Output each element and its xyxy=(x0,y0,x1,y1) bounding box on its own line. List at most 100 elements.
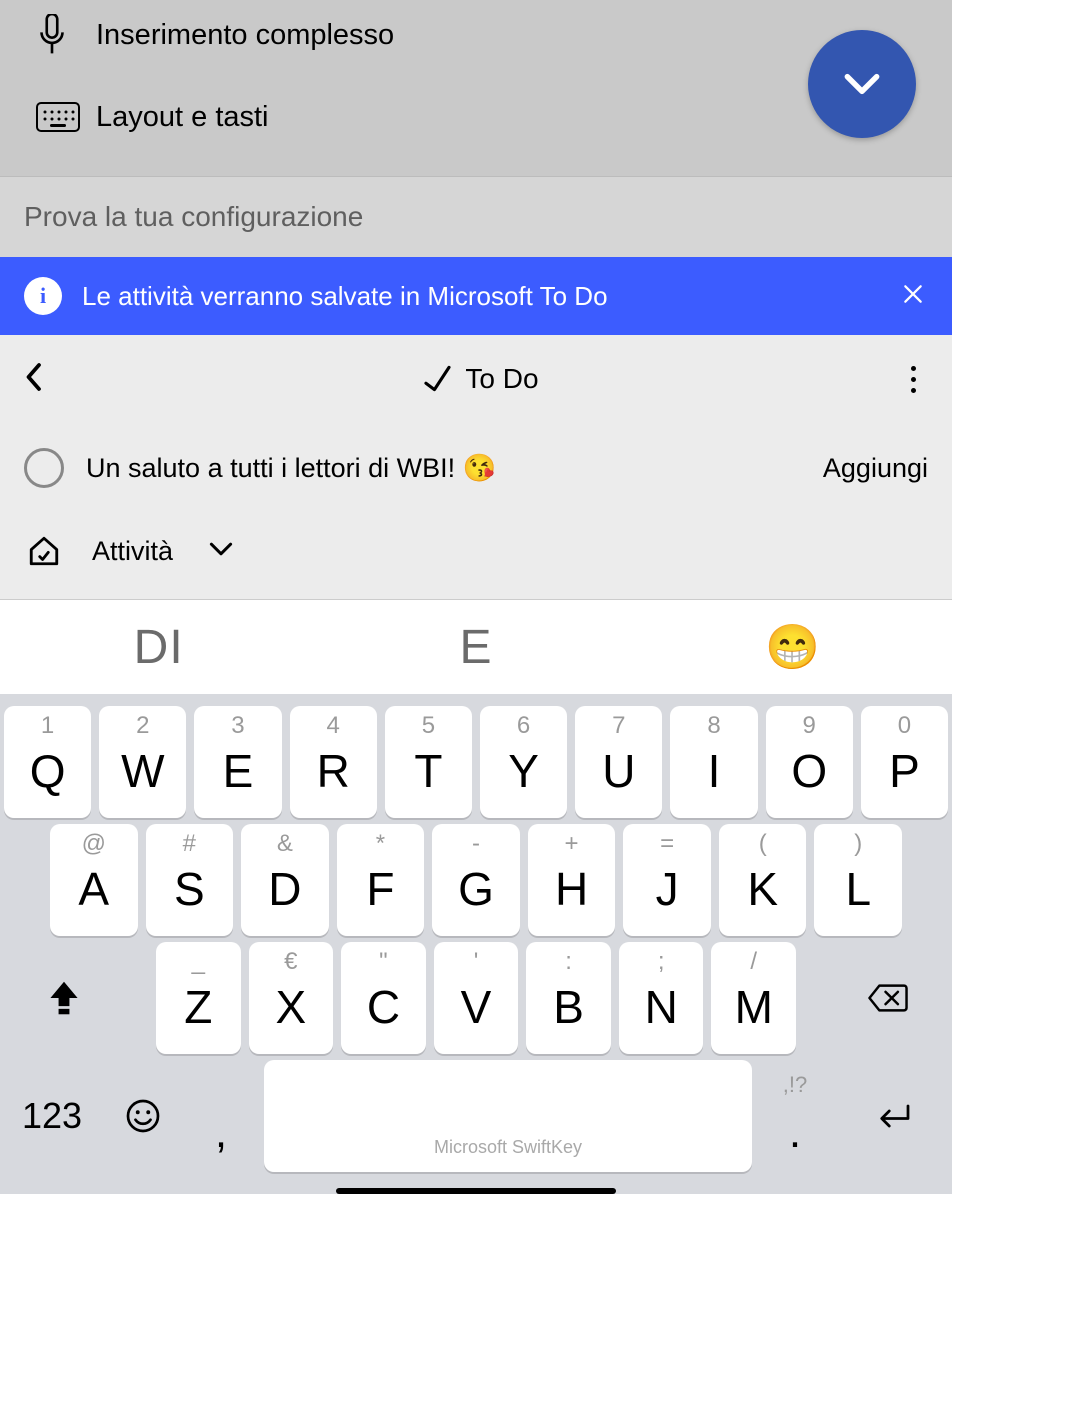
key-Y[interactable]: 6Y xyxy=(480,706,567,818)
keyboard: DI E 😁 1Q2W3E4R5T6Y7U8I9O0P @A#S&D*F-G+H… xyxy=(0,599,952,1194)
key-B[interactable]: :B xyxy=(526,942,611,1054)
collapse-fab[interactable] xyxy=(808,30,916,138)
key-main: E xyxy=(223,744,254,798)
key-hint: ' xyxy=(474,948,479,976)
numbers-key[interactable]: 123 xyxy=(4,1060,100,1172)
key-main: J xyxy=(656,862,679,916)
key-W[interactable]: 2W xyxy=(99,706,186,818)
banner-close-button[interactable] xyxy=(898,283,928,310)
key-row-3: _Z€X"C'V:B;N/M xyxy=(4,942,948,1054)
enter-key[interactable] xyxy=(838,1060,948,1172)
todo-panel: To Do Un saluto a tutti i lettori di WBI… xyxy=(0,335,952,599)
key-main: S xyxy=(174,862,205,916)
close-icon xyxy=(902,283,924,305)
key-I[interactable]: 8I xyxy=(670,706,757,818)
key-main: R xyxy=(317,744,350,798)
key-main: K xyxy=(747,862,778,916)
key-hint: 5 xyxy=(422,712,435,740)
key-main: F xyxy=(366,862,394,916)
key-main: L xyxy=(845,862,871,916)
key-N[interactable]: ;N xyxy=(619,942,704,1054)
suggestion-2[interactable]: E xyxy=(317,620,634,675)
key-E[interactable]: 3E xyxy=(194,706,281,818)
list-name: Attività xyxy=(92,536,173,567)
emoji-key[interactable] xyxy=(108,1060,178,1172)
key-G[interactable]: -G xyxy=(432,824,520,936)
key-main: V xyxy=(461,980,492,1034)
key-main: B xyxy=(553,980,584,1034)
home-list-icon xyxy=(24,531,64,571)
todo-title-wrap: To Do xyxy=(64,363,898,395)
key-hint: + xyxy=(565,830,579,858)
chevron-left-icon xyxy=(24,362,42,392)
spacebar[interactable]: Microsoft SwiftKey xyxy=(264,1060,752,1172)
key-V[interactable]: 'V xyxy=(434,942,519,1054)
smiley-icon xyxy=(125,1098,161,1134)
task-input[interactable]: Un saluto a tutti i lettori di WBI! 😘 xyxy=(86,452,801,484)
key-P[interactable]: 0P xyxy=(861,706,948,818)
config-test-bar[interactable]: Prova la tua configurazione xyxy=(0,176,952,257)
key-L[interactable]: )L xyxy=(814,824,902,936)
key-hint: = xyxy=(660,830,674,858)
home-indicator xyxy=(336,1188,616,1194)
key-Z[interactable]: _Z xyxy=(156,942,241,1054)
backspace-key[interactable] xyxy=(828,942,948,1054)
key-H[interactable]: +H xyxy=(528,824,616,936)
key-hint: 2 xyxy=(136,712,149,740)
comma-key[interactable]: , xyxy=(186,1060,256,1172)
key-A[interactable]: @A xyxy=(50,824,138,936)
key-hint: : xyxy=(565,948,572,976)
key-F[interactable]: *F xyxy=(337,824,425,936)
key-hint: 0 xyxy=(898,712,911,740)
suggestion-3[interactable]: 😁 xyxy=(635,621,952,673)
shift-icon xyxy=(47,979,81,1017)
key-main: H xyxy=(555,862,588,916)
key-O[interactable]: 9O xyxy=(766,706,853,818)
key-T[interactable]: 5T xyxy=(385,706,472,818)
key-hint: 4 xyxy=(327,712,340,740)
suggestion-bar: DI E 😁 xyxy=(0,600,952,694)
settings-item-voice-input[interactable]: Inserimento complesso xyxy=(0,0,952,70)
key-main: T xyxy=(414,744,442,798)
key-row-bottom: 123 , Microsoft SwiftKey ,!? . xyxy=(4,1060,948,1172)
back-button[interactable] xyxy=(24,362,64,397)
key-main: P xyxy=(889,744,920,798)
key-R[interactable]: 4R xyxy=(290,706,377,818)
key-hint: - xyxy=(472,830,480,858)
task-row: Un saluto a tutti i lettori di WBI! 😘 Ag… xyxy=(0,423,952,513)
key-hint: 6 xyxy=(517,712,530,740)
more-button[interactable] xyxy=(898,366,928,393)
key-hint: / xyxy=(750,948,757,976)
key-K[interactable]: (K xyxy=(719,824,807,936)
key-hint: ( xyxy=(759,830,767,858)
key-hint: & xyxy=(277,830,293,858)
suggestion-1[interactable]: DI xyxy=(0,620,317,675)
chevron-down-icon xyxy=(840,62,884,106)
key-main: C xyxy=(367,980,400,1034)
task-checkbox[interactable] xyxy=(24,448,64,488)
period-key[interactable]: ,!? . xyxy=(760,1060,830,1172)
key-hint: 9 xyxy=(803,712,816,740)
key-hint: € xyxy=(284,948,297,976)
list-selector[interactable]: Attività xyxy=(0,513,952,599)
key-S[interactable]: #S xyxy=(146,824,234,936)
key-D[interactable]: &D xyxy=(241,824,329,936)
key-X[interactable]: €X xyxy=(249,942,334,1054)
keyboard-icon xyxy=(36,102,96,132)
key-main: I xyxy=(708,744,721,798)
key-Q[interactable]: 1Q xyxy=(4,706,91,818)
key-U[interactable]: 7U xyxy=(575,706,662,818)
key-hint: @ xyxy=(82,830,106,858)
shift-key[interactable] xyxy=(4,942,124,1054)
checkmark-icon xyxy=(423,364,453,394)
key-main: M xyxy=(735,980,773,1034)
mic-icon xyxy=(36,14,96,56)
add-button[interactable]: Aggiungi xyxy=(823,453,928,484)
settings-item-label: Layout e tasti xyxy=(96,101,269,134)
key-main: Q xyxy=(30,744,66,798)
key-hint: ) xyxy=(854,830,862,858)
key-main: O xyxy=(791,744,827,798)
key-C[interactable]: "C xyxy=(341,942,426,1054)
key-J[interactable]: =J xyxy=(623,824,711,936)
key-M[interactable]: /M xyxy=(711,942,796,1054)
